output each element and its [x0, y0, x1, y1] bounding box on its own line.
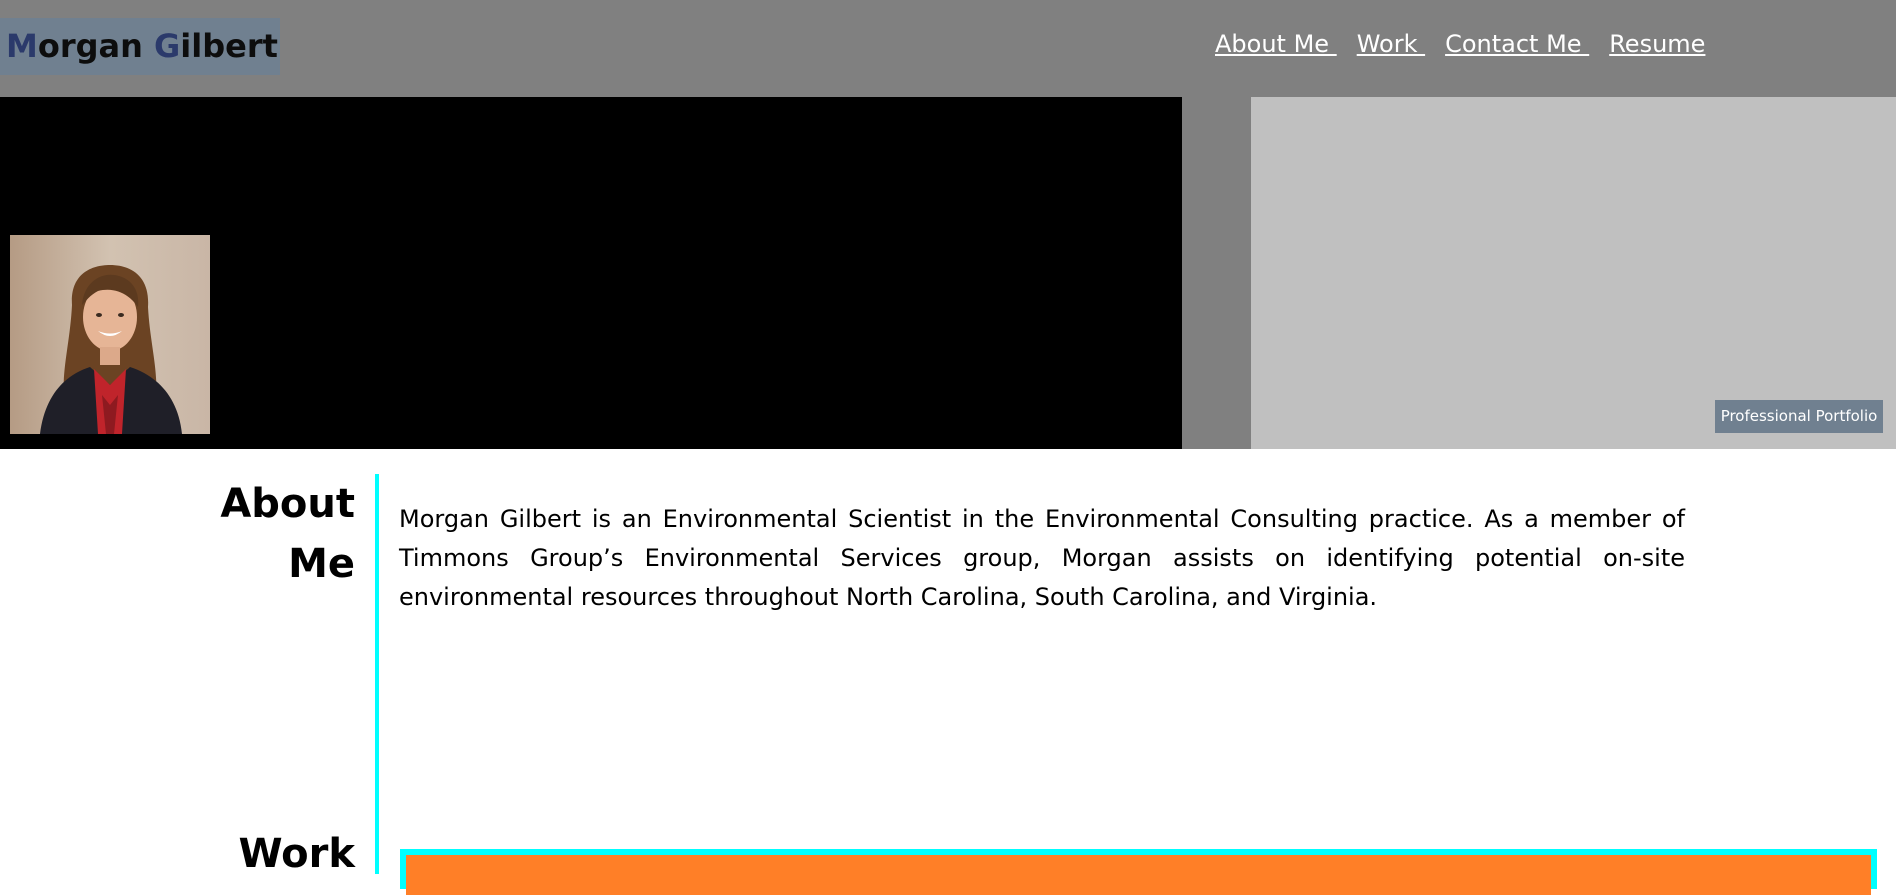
section-divider	[375, 474, 379, 874]
about-me-text: Morgan Gilbert is an Environmental Scien…	[399, 505, 1685, 611]
about-heading-line1: About	[220, 481, 355, 527]
work-card[interactable]	[406, 855, 1871, 895]
profile-photo	[10, 235, 210, 434]
logo-last-rest: ilbert	[180, 27, 278, 65]
hero-placeholder-panel	[1251, 97, 1896, 449]
nav-link-resume[interactable]: Resume	[1609, 30, 1705, 58]
logo-initial-g: G	[154, 27, 181, 65]
hero-gap	[1182, 97, 1251, 449]
about-heading-line2: Me	[288, 541, 355, 587]
site-header: Morgan Gilbert About Me Work Contact Me …	[0, 0, 1896, 97]
logo-first-rest: organ	[37, 27, 155, 65]
site-logo[interactable]: Morgan Gilbert	[0, 18, 280, 75]
main-nav: About Me Work Contact Me Resume	[1215, 30, 1705, 58]
work-heading: Work	[238, 831, 355, 877]
nav-link-work[interactable]: Work	[1357, 30, 1425, 58]
logo-initial-m: M	[6, 27, 38, 65]
portfolio-badge: Professional Portfolio	[1715, 400, 1883, 433]
about-me-heading: About Me	[155, 474, 355, 594]
nav-link-about-me[interactable]: About Me	[1215, 30, 1337, 58]
nav-link-contact-me[interactable]: Contact Me	[1445, 30, 1589, 58]
profile-photo-image	[10, 235, 210, 434]
